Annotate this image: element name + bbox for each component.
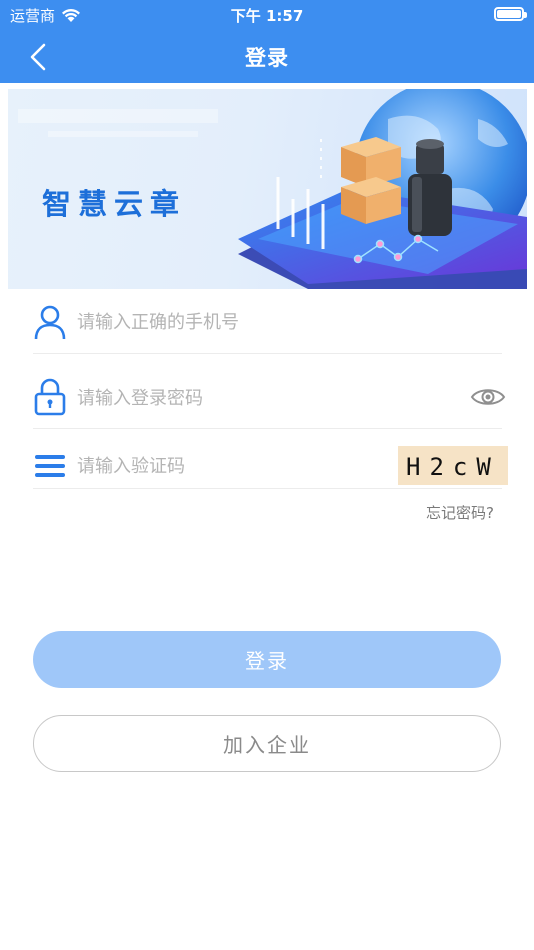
divider [33, 428, 502, 429]
forgot-password-link[interactable]: 忘记密码? [426, 502, 494, 523]
banner-title: 智慧云章 [42, 187, 187, 221]
lock-icon [34, 378, 66, 416]
divider [33, 488, 502, 489]
menu-icon [35, 455, 65, 477]
phone-row [33, 302, 502, 342]
app-header: 运营商 下午 1:57 登录 [0, 0, 534, 83]
nav-bar: 登录 [0, 30, 534, 83]
battery-icon [494, 7, 527, 21]
password-input[interactable] [77, 383, 397, 413]
user-icon [34, 305, 66, 340]
captcha-input[interactable] [77, 451, 377, 481]
page-title: 登录 [245, 46, 289, 70]
hero-banner: 智慧云章 [8, 89, 527, 289]
login-button[interactable]: 登录 [33, 631, 501, 688]
divider [33, 353, 502, 354]
status-bar: 运营商 下午 1:57 [0, 0, 534, 30]
captcha-image[interactable]: H2cW [398, 446, 508, 485]
password-row [33, 378, 506, 418]
status-time: 下午 1:57 [230, 7, 304, 25]
join-enterprise-button[interactable]: 加入企业 [33, 715, 501, 772]
eye-icon[interactable] [470, 386, 506, 408]
phone-input[interactable] [77, 307, 397, 337]
